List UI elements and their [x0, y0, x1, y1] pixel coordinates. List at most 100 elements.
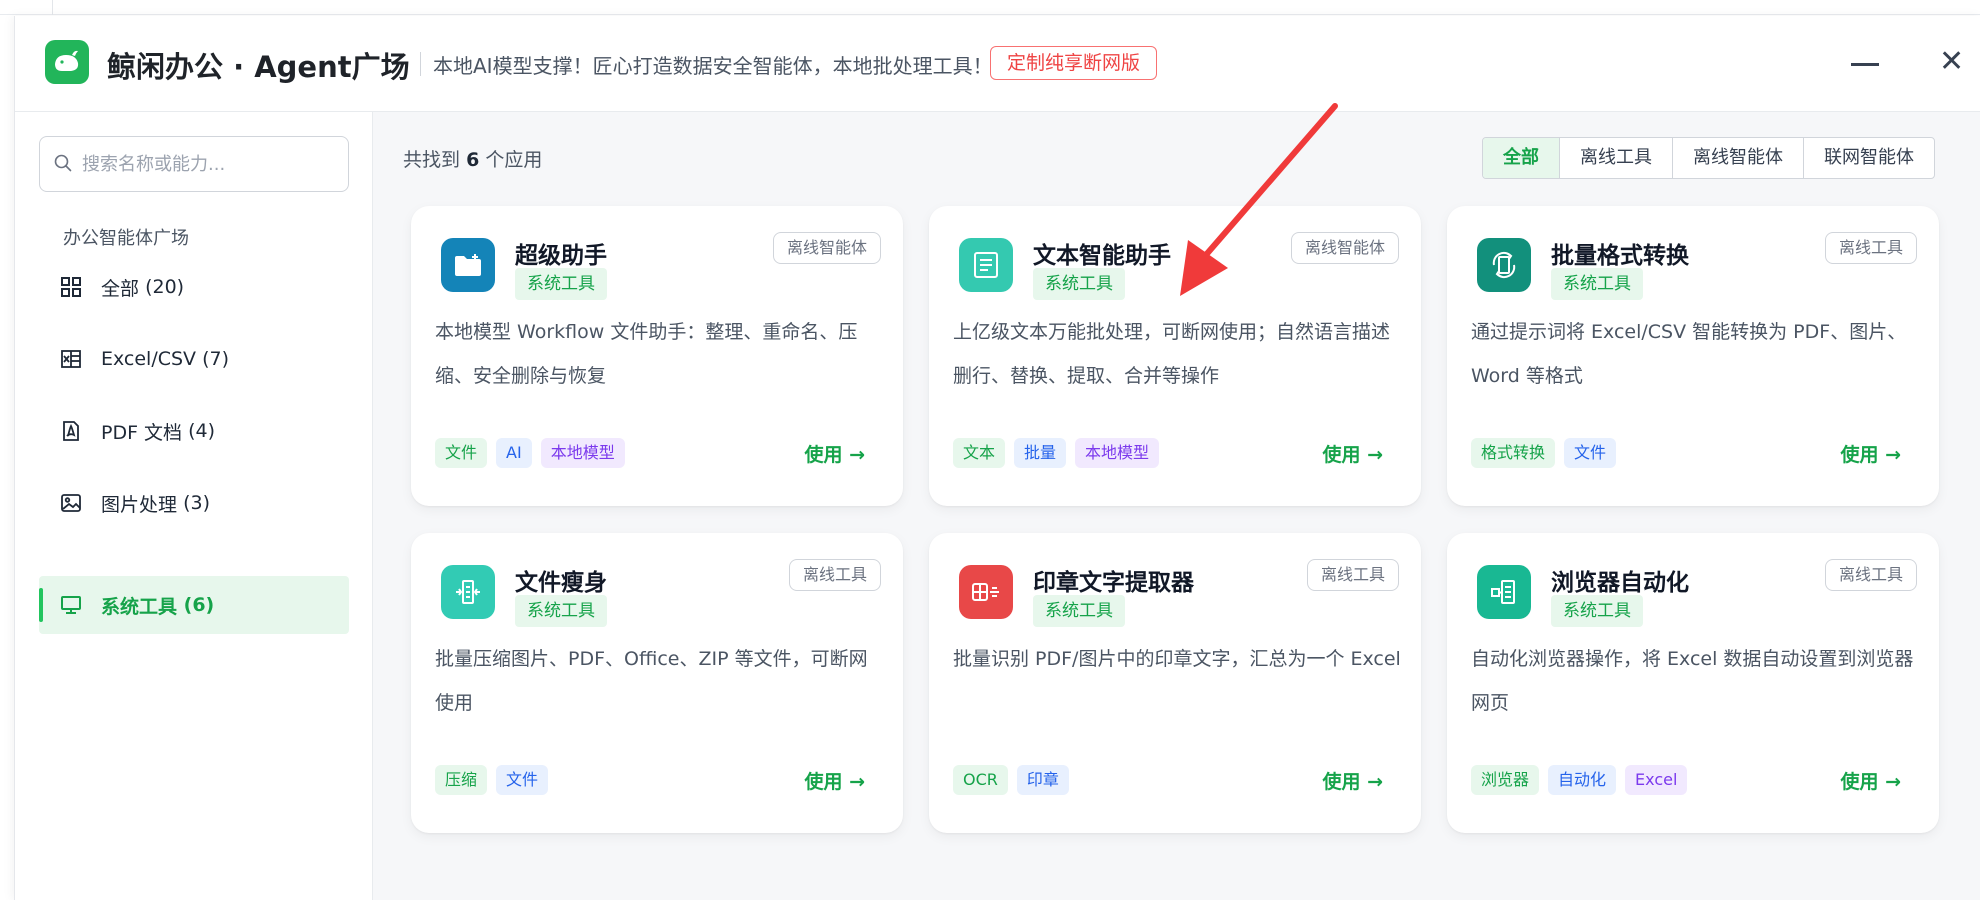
excel-icon: [59, 347, 83, 371]
card-type-label: 离线工具: [788, 559, 881, 591]
card-title: 文本智能助手: [1033, 243, 1171, 269]
tag: 本地模型: [540, 438, 625, 468]
app-card-batch-format-convert[interactable]: 批量格式转换 系统工具 离线工具 通过提示词将 Excel/CSV 智能转换为 …: [1447, 206, 1939, 506]
sidebar-item-system-tools[interactable]: 系统工具 (6): [39, 576, 349, 634]
card-tags: 文件 AI 本地模型: [435, 438, 625, 468]
tag: Excel: [1625, 765, 1688, 795]
app-card-file-slimming[interactable]: 文件瘦身 系统工具 离线工具 批量压缩图片、PDF、Office、ZIP 等文件…: [411, 533, 903, 833]
sidebar-item-label: 全部: [101, 277, 140, 300]
card-title: 印章文字提取器: [1033, 570, 1194, 596]
card-tags: OCR 印章: [953, 765, 1069, 795]
sidebar-item-image[interactable]: 图片处理 (3): [39, 474, 349, 532]
sidebar-section-title: 办公智能体广场: [63, 228, 189, 249]
card-category-badge: 系统工具: [515, 595, 607, 627]
tag: 文件: [496, 765, 549, 795]
sidebar-item-pdf[interactable]: PDF 文档 (4): [39, 402, 349, 460]
card-title: 浏览器自动化: [1551, 570, 1689, 596]
result-count: 共找到 6 个应用: [403, 145, 542, 172]
search-box[interactable]: [39, 136, 349, 192]
card-description: 通过提示词将 Excel/CSV 智能转换为 PDF、图片、Word 等格式: [1471, 321, 1907, 387]
sidebar-item-label: 图片处理: [101, 493, 178, 516]
sidebar-item-label: 系统工具: [101, 595, 178, 618]
text-document-icon: [959, 238, 1013, 292]
sidebar-item-excel-csv[interactable]: Excel/CSV (7): [39, 330, 349, 388]
card-tags: 格式转换 文件: [1471, 438, 1617, 468]
promo-button[interactable]: 定制纯享断网版: [990, 46, 1158, 80]
sidebar-item-count: (6): [183, 594, 215, 616]
sidebar-item-count: (7): [202, 348, 230, 370]
app-card-browser-automation[interactable]: 浏览器自动化 系统工具 离线工具 自动化浏览器操作，将 Excel 数据自动设置…: [1447, 533, 1939, 833]
card-category-badge: 系统工具: [1033, 268, 1125, 300]
browser-automation-icon: [1477, 565, 1531, 619]
app-card-super-assistant[interactable]: 超级助手 系统工具 离线智能体 本地模型 Workflow 文件助手：整理、重命…: [411, 206, 903, 506]
card-tags: 文本 批量 本地模型: [953, 438, 1160, 468]
card-type-label: 离线工具: [1824, 232, 1917, 264]
sidebar-item-count: (4): [188, 420, 216, 442]
card-type-label: 离线智能体: [772, 232, 881, 264]
result-suffix: 个应用: [485, 149, 543, 171]
card-description: 本地模型 Workflow 文件助手：整理、重命名、压缩、安全删除与恢复: [435, 321, 858, 387]
card-title: 文件瘦身: [515, 570, 607, 596]
card-title: 批量格式转换: [1551, 243, 1689, 269]
sidebar-item-label: Excel/CSV: [101, 348, 197, 370]
app-card-text-assistant[interactable]: 文本智能助手 系统工具 离线智能体 上亿级文本万能批处理，可断网使用；自然语言描…: [929, 206, 1421, 506]
card-category-badge: 系统工具: [1033, 595, 1125, 627]
card-description: 自动化浏览器操作，将 Excel 数据自动设置到浏览器网页: [1471, 648, 1914, 714]
strip-divider: [52, 0, 53, 15]
result-number: 6: [466, 149, 480, 171]
app-subtitle: 本地AI模型支撑！匠心打造数据安全智能体，本地批处理工具！: [433, 54, 993, 78]
monitor-icon: [59, 593, 83, 617]
filter-tabs: 全部 离线工具 离线智能体 联网智能体: [1482, 137, 1935, 179]
tag: 文本: [953, 438, 1006, 468]
use-button[interactable]: 使用 →: [804, 767, 865, 794]
stamp-icon: [959, 565, 1013, 619]
card-type-label: 离线工具: [1306, 559, 1399, 591]
use-button[interactable]: 使用 →: [1322, 767, 1383, 794]
card-category-badge: 系统工具: [1551, 268, 1643, 300]
whale-logo-icon: [45, 40, 89, 84]
filter-tab-all[interactable]: 全部: [1483, 138, 1559, 178]
card-category-badge: 系统工具: [515, 268, 607, 300]
card-type-label: 离线工具: [1824, 559, 1917, 591]
tag: 本地模型: [1075, 438, 1160, 468]
search-input[interactable]: [82, 149, 332, 179]
card-title: 超级助手: [515, 243, 607, 269]
sidebar-item-label: PDF 文档: [101, 421, 183, 444]
card-tags: 浏览器 自动化 Excel: [1471, 765, 1688, 795]
sidebar: 办公智能体广场 全部 (20) Excel/CSV (7): [15, 112, 373, 900]
use-button[interactable]: 使用 →: [804, 440, 865, 467]
search-icon: [54, 154, 72, 172]
use-button[interactable]: 使用 →: [1840, 767, 1901, 794]
filter-tab-offline-agents[interactable]: 离线智能体: [1672, 138, 1803, 178]
card-description: 批量压缩图片、PDF、Office、ZIP 等文件，可断网使用: [435, 648, 868, 714]
card-description: 批量识别 PDF/图片中的印章文字，汇总为一个 Excel: [953, 648, 1401, 670]
image-icon: [59, 491, 83, 515]
background-window-strip: [0, 0, 1980, 15]
use-button[interactable]: 使用 →: [1840, 440, 1901, 467]
grid-icon: [59, 275, 83, 299]
filter-tab-offline-tools[interactable]: 离线工具: [1559, 138, 1672, 178]
app-card-stamp-text-extractor[interactable]: 印章文字提取器 系统工具 离线工具 批量识别 PDF/图片中的印章文字，汇总为一…: [929, 533, 1421, 833]
tag: 批量: [1014, 438, 1067, 468]
tag: 印章: [1016, 765, 1069, 795]
sidebar-item-count: (20): [145, 276, 185, 298]
card-tags: 压缩 文件: [435, 765, 549, 795]
close-icon[interactable]: ✕: [1939, 47, 1964, 77]
use-button[interactable]: 使用 →: [1322, 440, 1383, 467]
tag: 格式转换: [1471, 438, 1556, 468]
tag: OCR: [953, 765, 1008, 795]
app-title: 鲸闲办公 · Agent广场: [107, 50, 410, 84]
tag: AI: [496, 438, 532, 468]
card-description: 上亿级文本万能批处理，可断网使用；自然语言描述删行、替换、提取、合并等操作: [953, 321, 1391, 387]
pdf-icon: [59, 419, 83, 443]
title-divider: [420, 52, 421, 76]
minimize-icon[interactable]: [1851, 63, 1879, 66]
sidebar-item-count: (3): [183, 492, 210, 514]
filter-tab-online-agents[interactable]: 联网智能体: [1803, 138, 1934, 178]
folder-icon: [441, 238, 495, 292]
tag: 文件: [435, 438, 488, 468]
result-prefix: 共找到: [403, 149, 461, 171]
sidebar-item-all[interactable]: 全部 (20): [39, 258, 349, 316]
tag: 浏览器: [1471, 765, 1540, 795]
agent-plaza-window: 鲸闲办公 · Agent广场 本地AI模型支撑！匠心打造数据安全智能体，本地批处…: [14, 16, 1980, 900]
